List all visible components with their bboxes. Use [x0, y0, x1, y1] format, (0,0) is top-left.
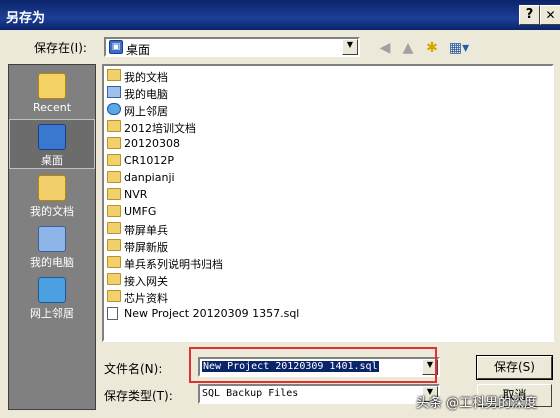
folder-icon [107, 120, 121, 132]
filename-label: 文件名(N): [104, 362, 163, 376]
sql-file-icon [107, 307, 118, 320]
my-documents-icon [107, 69, 121, 81]
file-name: 我的文档 [124, 71, 168, 84]
place-my-documents[interactable]: 我的文档 [9, 171, 95, 221]
folder-icon [107, 188, 121, 200]
recent-icon [38, 73, 66, 99]
my-documents-icon [38, 175, 66, 201]
places-bar: Recent 桌面 我的文档 我的电脑 网上邻居 [8, 64, 96, 410]
file-name: 2012培训文档 [124, 122, 196, 135]
view-menu-icon[interactable]: ▦▾ [446, 38, 472, 58]
file-name: danpianji [124, 171, 175, 184]
file-name: 单兵系列说明书归档 [124, 258, 223, 271]
my-computer-icon [107, 86, 121, 98]
place-label: Recent [32, 101, 72, 114]
save-button[interactable]: 保存(S) [476, 355, 553, 380]
file-name: 带屏单兵 [124, 224, 168, 237]
highlight-box [189, 347, 437, 383]
filetype-label: 保存类型(T): [104, 389, 173, 403]
close-button[interactable]: ✕ [540, 5, 560, 25]
place-label: 桌面 [41, 154, 63, 167]
folder-icon [107, 239, 121, 251]
new-folder-icon[interactable]: ✱ [422, 38, 442, 58]
file-name: 接入网关 [124, 275, 168, 288]
place-desktop[interactable]: 桌面 [9, 119, 95, 169]
back-icon[interactable]: ◀ [375, 38, 395, 58]
file-name: 带屏新版 [124, 241, 168, 254]
file-name: UMFG [124, 205, 157, 218]
place-label: 网上邻居 [30, 307, 74, 320]
network-icon [38, 277, 66, 303]
window-title: 另存为 [6, 11, 46, 26]
folder-icon [107, 171, 121, 183]
save-in-combo[interactable]: ▣ 桌面 ▼ [104, 37, 360, 57]
folder-icon [107, 222, 121, 234]
chevron-down-icon[interactable]: ▼ [342, 39, 358, 55]
file-name: 芯片资料 [124, 292, 168, 305]
file-name: 网上邻居 [124, 105, 168, 118]
watermark: 头条 @工科男的深度 [416, 396, 538, 411]
title-bar: 另存为 ? ✕ [0, 0, 560, 30]
file-name: New Project 20120309 1357.sql [124, 307, 300, 320]
place-label: 我的文档 [30, 205, 74, 218]
file-list[interactable]: 我的文档 我的电脑 网上邻居 2012培训文档 20120308 CR1012P… [102, 64, 554, 342]
folder-icon [107, 273, 121, 285]
place-network[interactable]: 网上邻居 [9, 273, 95, 323]
up-folder-icon[interactable]: ▲ [398, 38, 418, 58]
file-name: CR1012P [124, 154, 174, 167]
folder-icon [107, 137, 121, 149]
save-in-value: 桌面 [126, 43, 151, 57]
file-name: NVR [124, 188, 148, 201]
folder-icon [107, 256, 121, 268]
filetype-value: SQL Backup Files [202, 388, 299, 399]
place-label: 我的电脑 [30, 256, 74, 269]
network-icon [107, 103, 121, 115]
help-button[interactable]: ? [519, 5, 540, 25]
desktop-icon [38, 124, 66, 150]
filetype-select[interactable]: SQL Backup Files ▼ [198, 384, 440, 404]
file-name: 我的电脑 [124, 88, 168, 101]
place-my-computer[interactable]: 我的电脑 [9, 222, 95, 272]
folder-icon [107, 205, 121, 217]
file-name: 20120308 [124, 137, 180, 150]
save-in-label: 保存在(I): [34, 41, 87, 55]
my-computer-icon [38, 226, 66, 252]
folder-icon [107, 290, 121, 302]
folder-icon [107, 154, 121, 166]
place-recent[interactable]: Recent [9, 69, 95, 119]
desktop-icon: ▣ [109, 40, 123, 54]
